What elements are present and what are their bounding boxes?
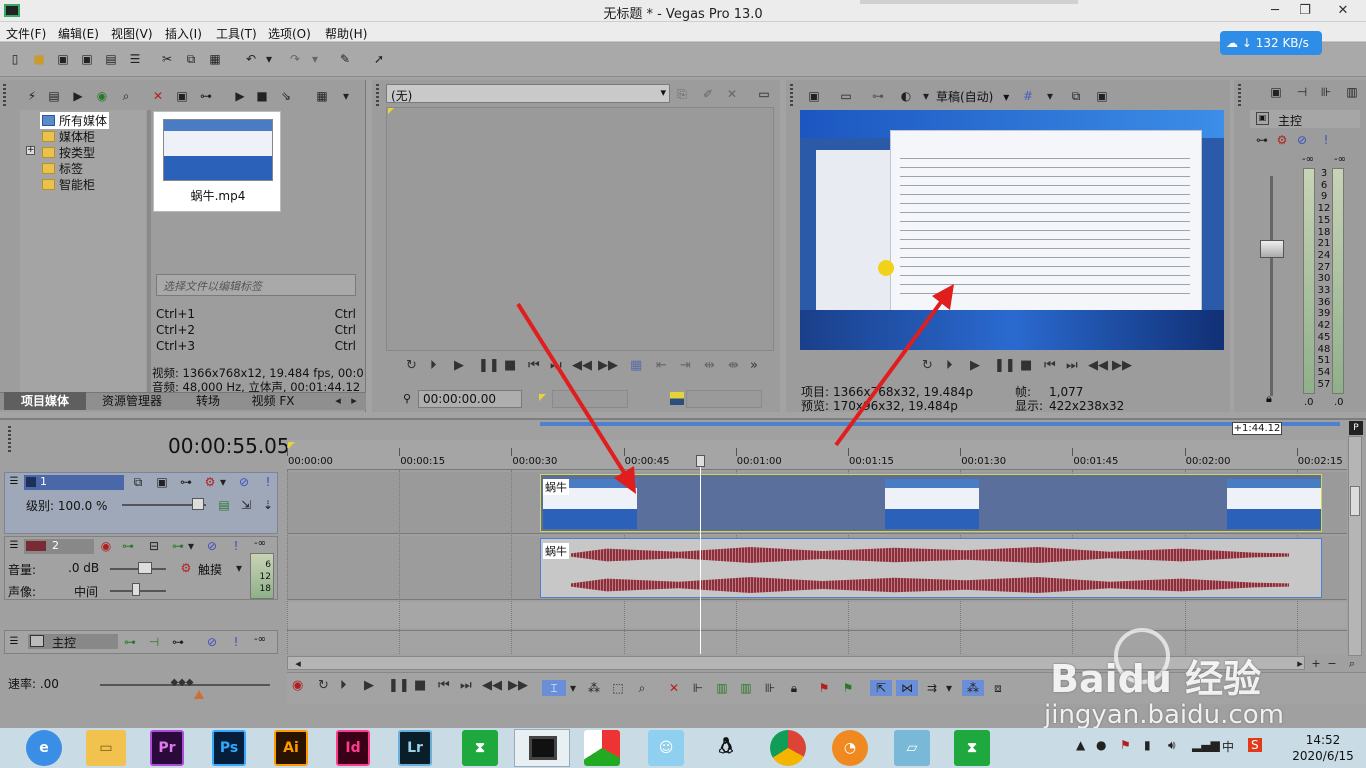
taskbar-cat-app-icon[interactable]: ☺ <box>648 730 684 766</box>
clock[interactable]: 14:52 2020/6/15 <box>1288 732 1358 764</box>
video-clip-label: 蜗牛 <box>543 479 569 495</box>
clock-date: 2020/6/15 <box>1292 749 1354 763</box>
taskbar-blue-app-icon[interactable]: ▱ <box>894 730 930 766</box>
taskbar-chrome-icon[interactable] <box>770 730 806 766</box>
tray-battery-icon[interactable]: ▮ <box>1144 738 1151 752</box>
clock-time: 14:52 <box>1305 733 1341 747</box>
tray-expand-icon[interactable]: ▲ <box>1076 738 1085 752</box>
taskbar-green-app-icon[interactable]: ⧗ <box>462 730 498 766</box>
tray-volume-icon[interactable]: 🔊︎ <box>1168 738 1176 753</box>
taskbar-browser-icon[interactable]: e <box>26 730 62 766</box>
arrow-to-preview-head <box>932 284 954 310</box>
taskbar-green-app2-icon[interactable]: ⧗ <box>954 730 990 766</box>
vegas-app: 无标题 * - Vegas Pro 13.0 ─ ❐ ✕ 文件(F) 编辑(E)… <box>0 0 1366 768</box>
watermark-brand: Baidu 经验 <box>1050 657 1262 701</box>
taskbar-app-indesign[interactable]: Id <box>336 730 370 766</box>
taskbar-app-photoshop[interactable]: Ps <box>212 730 246 766</box>
taskbar-orange-app-icon[interactable]: ◔ <box>832 730 868 766</box>
arrow-to-clip <box>516 302 632 484</box>
tray-flag-icon[interactable]: ⚑ <box>1120 738 1131 752</box>
arrow-to-clip-head <box>614 466 636 494</box>
system-tray: ▲ ● ⚑ ▮ 🔊︎ ▂▄▆ 中 S <box>1076 738 1276 758</box>
watermark-url: jingyan.baidu.com <box>1044 700 1284 730</box>
taskbar-color-app-icon[interactable] <box>584 730 620 766</box>
baidu-watermark: Baidu 经验 jingyan.baidu.com <box>1030 624 1350 734</box>
taskbar-app-premiere[interactable]: Pr <box>150 730 184 766</box>
taskbar-app-lightroom[interactable]: Lr <box>398 730 432 766</box>
audio-clip-label: 蜗牛 <box>543 543 569 559</box>
tray-ime[interactable]: 中 <box>1222 738 1234 755</box>
tray-network-icon[interactable]: ▂▄▆ <box>1192 738 1220 752</box>
taskbar-app-illustrator[interactable]: Ai <box>274 730 308 766</box>
arrow-to-preview <box>834 296 946 447</box>
taskbar-explorer-icon[interactable]: ▭ <box>86 730 126 766</box>
taskbar-vegas-active[interactable] <box>514 729 570 767</box>
tray-sogou-icon[interactable]: S <box>1248 738 1262 752</box>
taskbar-vegas-icon <box>529 736 557 760</box>
tray-qq-icon[interactable]: ● <box>1096 738 1106 752</box>
taskbar-qq-icon[interactable]: 🐧︎ <box>708 730 744 766</box>
